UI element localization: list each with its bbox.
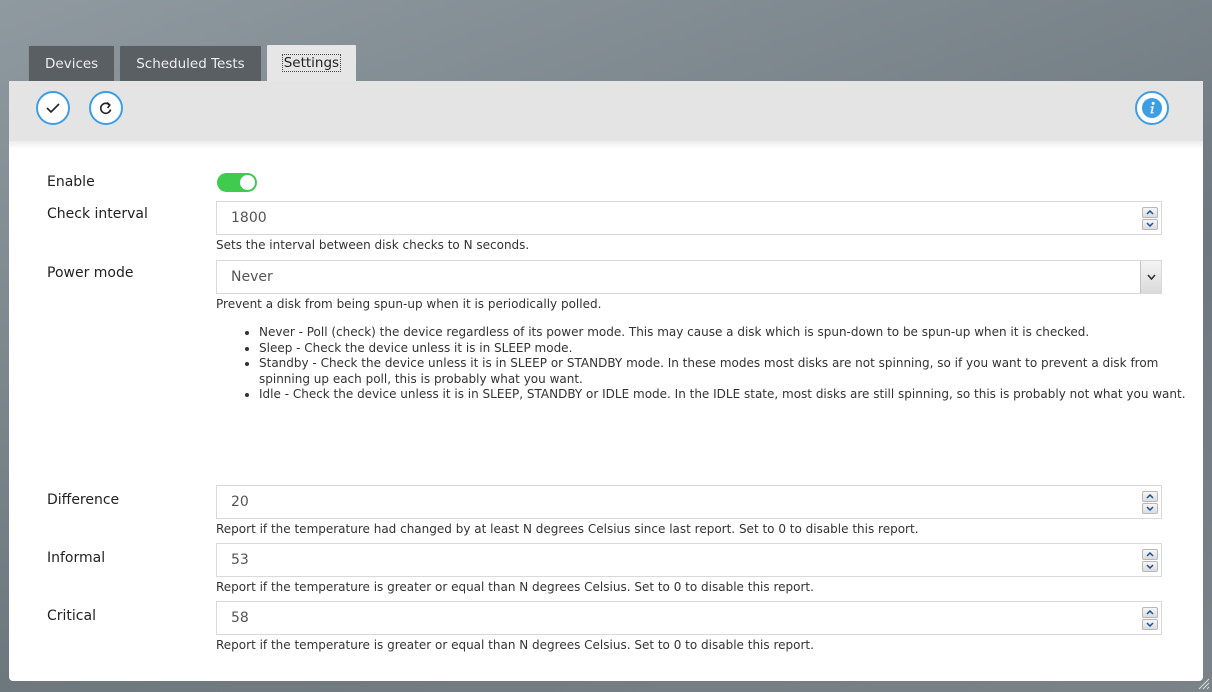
spin-up-icon[interactable]	[1142, 490, 1158, 502]
reload-button[interactable]	[89, 91, 123, 125]
critical-help: Report if the temperature is greater or …	[216, 638, 814, 652]
check-interval-value: 1800	[231, 210, 267, 226]
difference-label: Difference	[47, 492, 120, 508]
spin-down-icon[interactable]	[1142, 618, 1158, 630]
power-mode-descriptions: Never - Poll (check) the device regardle…	[239, 325, 1189, 403]
settings-panel: Enable Check interval 1800 Sets the inte…	[9, 81, 1203, 681]
power-mode-value: Never	[231, 269, 273, 285]
tab-bar: Devices Scheduled Tests Settings	[28, 44, 361, 81]
enable-label: Enable	[47, 174, 95, 190]
tab-scheduled-tests[interactable]: Scheduled Tests	[119, 45, 262, 81]
info-button[interactable]	[1135, 91, 1169, 125]
difference-help: Report if the temperature had changed by…	[216, 522, 919, 536]
critical-label: Critical	[47, 608, 96, 624]
difference-value: 20	[231, 494, 249, 510]
list-item: Standby - Check the device unless it is …	[259, 356, 1189, 387]
spin-up-icon[interactable]	[1142, 548, 1158, 560]
spin-up-icon[interactable]	[1142, 606, 1158, 618]
check-interval-help: Sets the interval between disk checks to…	[216, 238, 530, 252]
power-mode-select[interactable]: Never	[216, 260, 1162, 294]
toggle-knob	[240, 175, 255, 190]
informal-help: Report if the temperature is greater or …	[216, 580, 814, 594]
check-interval-label: Check interval	[47, 206, 148, 222]
tab-settings[interactable]: Settings	[265, 44, 358, 81]
informal-stepper[interactable]	[1142, 547, 1158, 573]
info-icon	[1142, 98, 1162, 118]
chevron-down-icon[interactable]	[1140, 261, 1161, 293]
check-icon	[46, 103, 60, 114]
critical-input[interactable]: 58	[216, 601, 1162, 635]
toolbar	[9, 81, 1203, 142]
tab-devices-label: Devices	[45, 55, 99, 72]
tab-scheduled-tests-label: Scheduled Tests	[136, 55, 245, 72]
spin-up-icon[interactable]	[1142, 206, 1158, 218]
informal-value: 53	[231, 552, 249, 568]
refresh-icon	[99, 101, 112, 115]
spin-down-icon[interactable]	[1142, 502, 1158, 514]
difference-stepper[interactable]	[1142, 489, 1158, 515]
tab-settings-label: Settings	[281, 54, 342, 72]
toolbar-shadow	[9, 141, 1203, 149]
critical-value: 58	[231, 610, 249, 626]
list-item: Idle - Check the device unless it is in …	[259, 387, 1189, 403]
tab-devices[interactable]: Devices	[28, 45, 116, 81]
apply-button[interactable]	[36, 91, 70, 125]
power-mode-help: Prevent a disk from being spun-up when i…	[216, 297, 602, 311]
list-item: Sleep - Check the device unless it is in…	[259, 341, 1189, 357]
enable-toggle[interactable]	[217, 173, 257, 192]
critical-stepper[interactable]	[1142, 605, 1158, 631]
check-interval-stepper[interactable]	[1142, 205, 1158, 231]
resize-grip-icon[interactable]	[1196, 676, 1210, 690]
informal-input[interactable]: 53	[216, 543, 1162, 577]
check-interval-input[interactable]: 1800	[216, 201, 1162, 235]
spin-down-icon[interactable]	[1142, 218, 1158, 230]
difference-input[interactable]: 20	[216, 485, 1162, 519]
informal-label: Informal	[47, 550, 106, 566]
power-mode-label: Power mode	[47, 265, 134, 281]
list-item: Never - Poll (check) the device regardle…	[259, 325, 1189, 341]
spin-down-icon[interactable]	[1142, 560, 1158, 572]
